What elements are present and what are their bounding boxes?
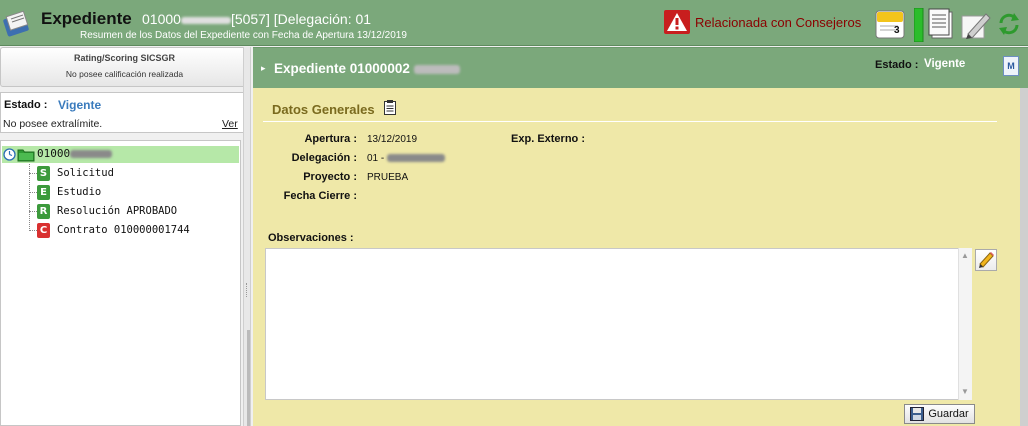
expediente-app-icon [2, 7, 32, 39]
extralimite-text: No posee extralímite. [3, 118, 103, 130]
edit-observaciones-button[interactable] [975, 249, 997, 271]
resolucion-icon: R [37, 203, 50, 219]
contrato-icon: C [37, 222, 50, 238]
estado-panel: Estado : Vigente No posee extralímite. V… [0, 92, 244, 133]
expediente-id-prefix: 01000 [142, 11, 181, 27]
proyecto-value: PRUEBA [367, 172, 409, 183]
expediente-id: 01000 [5057] [Delegación: 01 [142, 11, 371, 27]
tree-root-id: 01000 [37, 147, 71, 160]
guardar-button[interactable]: Guardar [904, 404, 975, 424]
progress-bar-icon[interactable] [913, 7, 926, 43]
estado-value: Vigente [58, 98, 102, 112]
warning-icon [664, 10, 690, 34]
rating-text: No posee calificación realizada [65, 69, 184, 79]
tree-connector [29, 211, 37, 212]
tree-item-label: Solicitud [57, 167, 114, 179]
observaciones-textarea[interactable] [265, 248, 972, 400]
ver-link[interactable]: Ver [222, 118, 238, 130]
redacted-mark [70, 150, 113, 158]
rating-panel: Rating/Scoring SICSGR No posee calificac… [0, 47, 249, 87]
rating-title: Rating/Scoring SICSGR [73, 53, 175, 63]
exp-externo-label: Exp. Externo : [511, 133, 585, 145]
tree-item-solicitud[interactable]: S Solicitud [37, 164, 114, 182]
left-scrollbar[interactable] [247, 330, 250, 426]
consejeros-alert[interactable]: Relacionada con Consejeros [663, 9, 861, 35]
tree-connector [29, 164, 30, 231]
app-header: Expediente 01000 [5057] [Delegación: 01 R… [0, 0, 1028, 46]
apertura-label: Apertura : [304, 133, 357, 145]
estado-label: Estado : [4, 99, 48, 111]
delegacion-code: 01 - [367, 153, 385, 164]
delegacion-value: 01 - [367, 153, 446, 164]
header-subtitle: Resumen de los Datos del Expediente con … [80, 30, 407, 41]
scroll-down-icon[interactable]: ▼ [961, 387, 969, 396]
apertura-value: 13/12/2019 [367, 134, 418, 145]
datos-generales-title: Datos Generales [272, 102, 375, 117]
proyecto-label: Proyecto : [303, 171, 357, 183]
delegacion-label: Delegación : [291, 152, 357, 164]
splitter-grip [246, 283, 248, 297]
tree-item-label: Contrato 010000001744 [57, 224, 190, 236]
tree-connector [29, 173, 37, 174]
solicitud-icon: S [37, 165, 50, 181]
notebook-icon[interactable]: 3 [874, 8, 906, 40]
tree-item-label: Estudio [57, 186, 102, 198]
datos-generales-panel: Datos Generales Apertura : 13/12/2019 Ex… [253, 88, 1020, 426]
section-estado-value: Vigente [924, 58, 966, 70]
expediente-tree: 01000 S Solicitud E Estudio R Resolución… [0, 140, 241, 426]
right-border [1020, 88, 1028, 426]
m-document-icon[interactable]: M [1003, 56, 1019, 76]
section-title: Expediente 01000002 [274, 61, 460, 76]
folder-icon [17, 149, 35, 162]
tree-root-label: 01000 [37, 147, 113, 160]
tree-connector [29, 230, 37, 231]
section-title-text: Expediente 01000002 [274, 61, 410, 76]
fecha-cierre-label: Fecha Cierre : [283, 190, 357, 202]
section-divider [263, 121, 997, 122]
app-title: Expediente [41, 9, 132, 28]
tree-root-node[interactable]: 01000 [2, 146, 239, 163]
tree-item-estudio[interactable]: E Estudio [37, 183, 101, 201]
tree-item-resolucion[interactable]: R Resolución APROBADO [37, 202, 177, 220]
scroll-up-icon[interactable]: ▲ [961, 251, 969, 260]
consejeros-alert-label: Relacionada con Consejeros [695, 14, 862, 30]
observaciones-scrollbar[interactable]: ▲ ▼ [958, 248, 972, 400]
tree-item-contrato[interactable]: C Contrato 010000001744 [37, 221, 190, 239]
clipboard-icon[interactable] [384, 100, 396, 115]
expediente-id-suffix: [5057] [Delegación: 01 [230, 11, 372, 27]
floppy-disk-icon [910, 407, 925, 421]
document-icon[interactable] [926, 8, 958, 40]
redacted-mark [180, 16, 231, 24]
pencil-icon [979, 252, 994, 268]
tree-item-label: Resolución APROBADO [57, 205, 178, 217]
observaciones-label: Observaciones : [268, 232, 354, 244]
section-estado-label: Estado : [875, 59, 919, 71]
tree-connector [29, 192, 37, 193]
expand-arrow-icon[interactable]: ▸ [261, 63, 266, 74]
estudio-icon: E [37, 184, 50, 200]
edit-pencil-icon[interactable] [960, 8, 992, 40]
calendar-number: 3 [894, 25, 900, 36]
guardar-label: Guardar [928, 408, 969, 420]
redacted-mark [387, 154, 446, 163]
clock-icon [3, 148, 16, 161]
expediente-section-header: ▸ Expediente 01000002 Estado : Vigente M [253, 47, 1028, 88]
refresh-icon[interactable] [997, 11, 1021, 37]
redacted-mark [413, 64, 460, 74]
